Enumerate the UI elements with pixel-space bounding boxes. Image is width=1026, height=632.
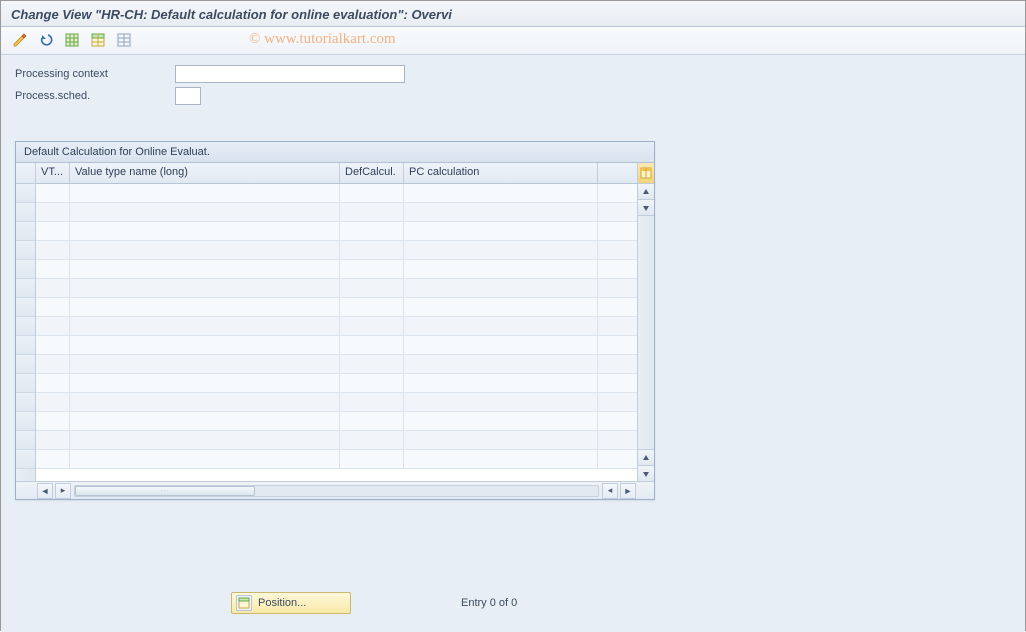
- entry-counter: Entry 0 of 0: [461, 597, 517, 609]
- table-row[interactable]: [36, 184, 637, 203]
- scroll-left-button[interactable]: ▸: [55, 483, 71, 499]
- column-header-pc-calculation[interactable]: PC calculation: [404, 163, 598, 183]
- table-green-icon: [64, 32, 80, 48]
- table-row[interactable]: [36, 241, 637, 260]
- table-row[interactable]: [36, 355, 637, 374]
- row-header-cell[interactable]: [16, 279, 35, 298]
- table-row[interactable]: [36, 279, 637, 298]
- column-header-vt[interactable]: VT...: [36, 163, 70, 183]
- processing-context-label: Processing context: [15, 68, 175, 80]
- position-button-label: Position...: [258, 597, 306, 609]
- table-row[interactable]: [36, 317, 637, 336]
- scroll-down-step-button[interactable]: [638, 200, 654, 216]
- triangle-down-icon: [642, 470, 650, 478]
- footer-bar: Position... Entry 0 of 0: [1, 592, 1025, 614]
- process-sched-input[interactable]: [175, 87, 201, 105]
- app-toolbar: © www.tutorialkart.com: [1, 27, 1025, 55]
- grid-rows: [36, 184, 637, 469]
- row-header-cell[interactable]: [16, 393, 35, 412]
- row-header-cell[interactable]: [16, 374, 35, 393]
- select-all-button[interactable]: [61, 30, 83, 50]
- table-row[interactable]: [36, 431, 637, 450]
- column-header-row: VT... Value type name (long) DefCalcul. …: [36, 163, 637, 184]
- table-row[interactable]: [36, 336, 637, 355]
- table-row[interactable]: [36, 203, 637, 222]
- position-icon: [236, 595, 252, 611]
- row-header-cell[interactable]: [16, 317, 35, 336]
- scroll-up-button[interactable]: [638, 184, 654, 200]
- row-header-cell[interactable]: [16, 431, 35, 450]
- process-sched-label: Process.sched.: [15, 90, 175, 102]
- window-title-bar: Change View "HR-CH: Default calculation …: [1, 1, 1025, 27]
- horizontal-scroll-thumb[interactable]: ∙∙∙: [75, 486, 255, 496]
- table-row[interactable]: [36, 222, 637, 241]
- triangle-up-icon: [642, 454, 650, 462]
- row-header-cell[interactable]: [16, 222, 35, 241]
- row-header-cell[interactable]: [16, 203, 35, 222]
- row-header-cell[interactable]: [16, 450, 35, 469]
- process-sched-row: Process.sched.: [15, 87, 1011, 105]
- window-title: Change View "HR-CH: Default calculation …: [11, 7, 452, 22]
- row-header-cell[interactable]: [16, 260, 35, 279]
- table-plain-icon: [116, 32, 132, 48]
- row-header-corner[interactable]: [16, 163, 35, 184]
- grid-container: Default Calculation for Online Evaluat.: [15, 141, 655, 500]
- triangle-up-icon: [642, 188, 650, 196]
- table-row[interactable]: [36, 260, 637, 279]
- table-select-icon: [90, 32, 106, 48]
- select-block-button[interactable]: [87, 30, 109, 50]
- grid-title: Default Calculation for Online Evaluat.: [16, 142, 654, 163]
- table-settings-button[interactable]: [638, 163, 654, 184]
- table-row[interactable]: [36, 393, 637, 412]
- row-header-cell[interactable]: [16, 298, 35, 317]
- scroll-up-step-button[interactable]: [638, 449, 654, 465]
- scroll-last-button[interactable]: ►: [620, 483, 636, 499]
- table-row[interactable]: [36, 298, 637, 317]
- scroll-first-button[interactable]: ◄: [37, 483, 53, 499]
- horizontal-scrollbar[interactable]: ◄ ▸ ∙∙∙ ◂ ►: [16, 481, 654, 499]
- undo-arrow-icon: [38, 32, 54, 48]
- row-header-cell[interactable]: [16, 355, 35, 374]
- position-button[interactable]: Position...: [231, 592, 351, 614]
- row-header-column: [16, 163, 36, 481]
- table-row[interactable]: [36, 374, 637, 393]
- table-row[interactable]: [36, 412, 637, 431]
- column-header-name[interactable]: Value type name (long): [70, 163, 340, 183]
- row-header-cell[interactable]: [16, 184, 35, 203]
- triangle-down-icon: [642, 204, 650, 212]
- grid-surface: VT... Value type name (long) DefCalcul. …: [16, 163, 654, 481]
- row-header-cell[interactable]: [16, 412, 35, 431]
- content-area: Processing context Process.sched. Defaul…: [1, 55, 1025, 632]
- vertical-scrollbar[interactable]: [637, 163, 654, 481]
- table-config-icon: [640, 167, 652, 179]
- vertical-scroll-track[interactable]: [638, 216, 654, 449]
- processing-context-input[interactable]: [175, 65, 405, 83]
- horizontal-scroll-track[interactable]: ∙∙∙: [74, 485, 599, 497]
- processing-context-row: Processing context: [15, 65, 1011, 83]
- toggle-change-display-button[interactable]: [9, 30, 31, 50]
- column-header-defcalcul[interactable]: DefCalcul.: [340, 163, 404, 183]
- undo-button[interactable]: [35, 30, 57, 50]
- row-header-cell[interactable]: [16, 336, 35, 355]
- scroll-right-button[interactable]: ◂: [602, 483, 618, 499]
- watermark-text: © www.tutorialkart.com: [249, 31, 396, 48]
- scroll-down-button[interactable]: [638, 465, 654, 481]
- pencil-icon: [12, 32, 28, 48]
- deselect-all-button[interactable]: [113, 30, 135, 50]
- table-row[interactable]: [36, 450, 637, 469]
- grid-data-area: VT... Value type name (long) DefCalcul. …: [36, 163, 637, 481]
- row-header-cell[interactable]: [16, 241, 35, 260]
